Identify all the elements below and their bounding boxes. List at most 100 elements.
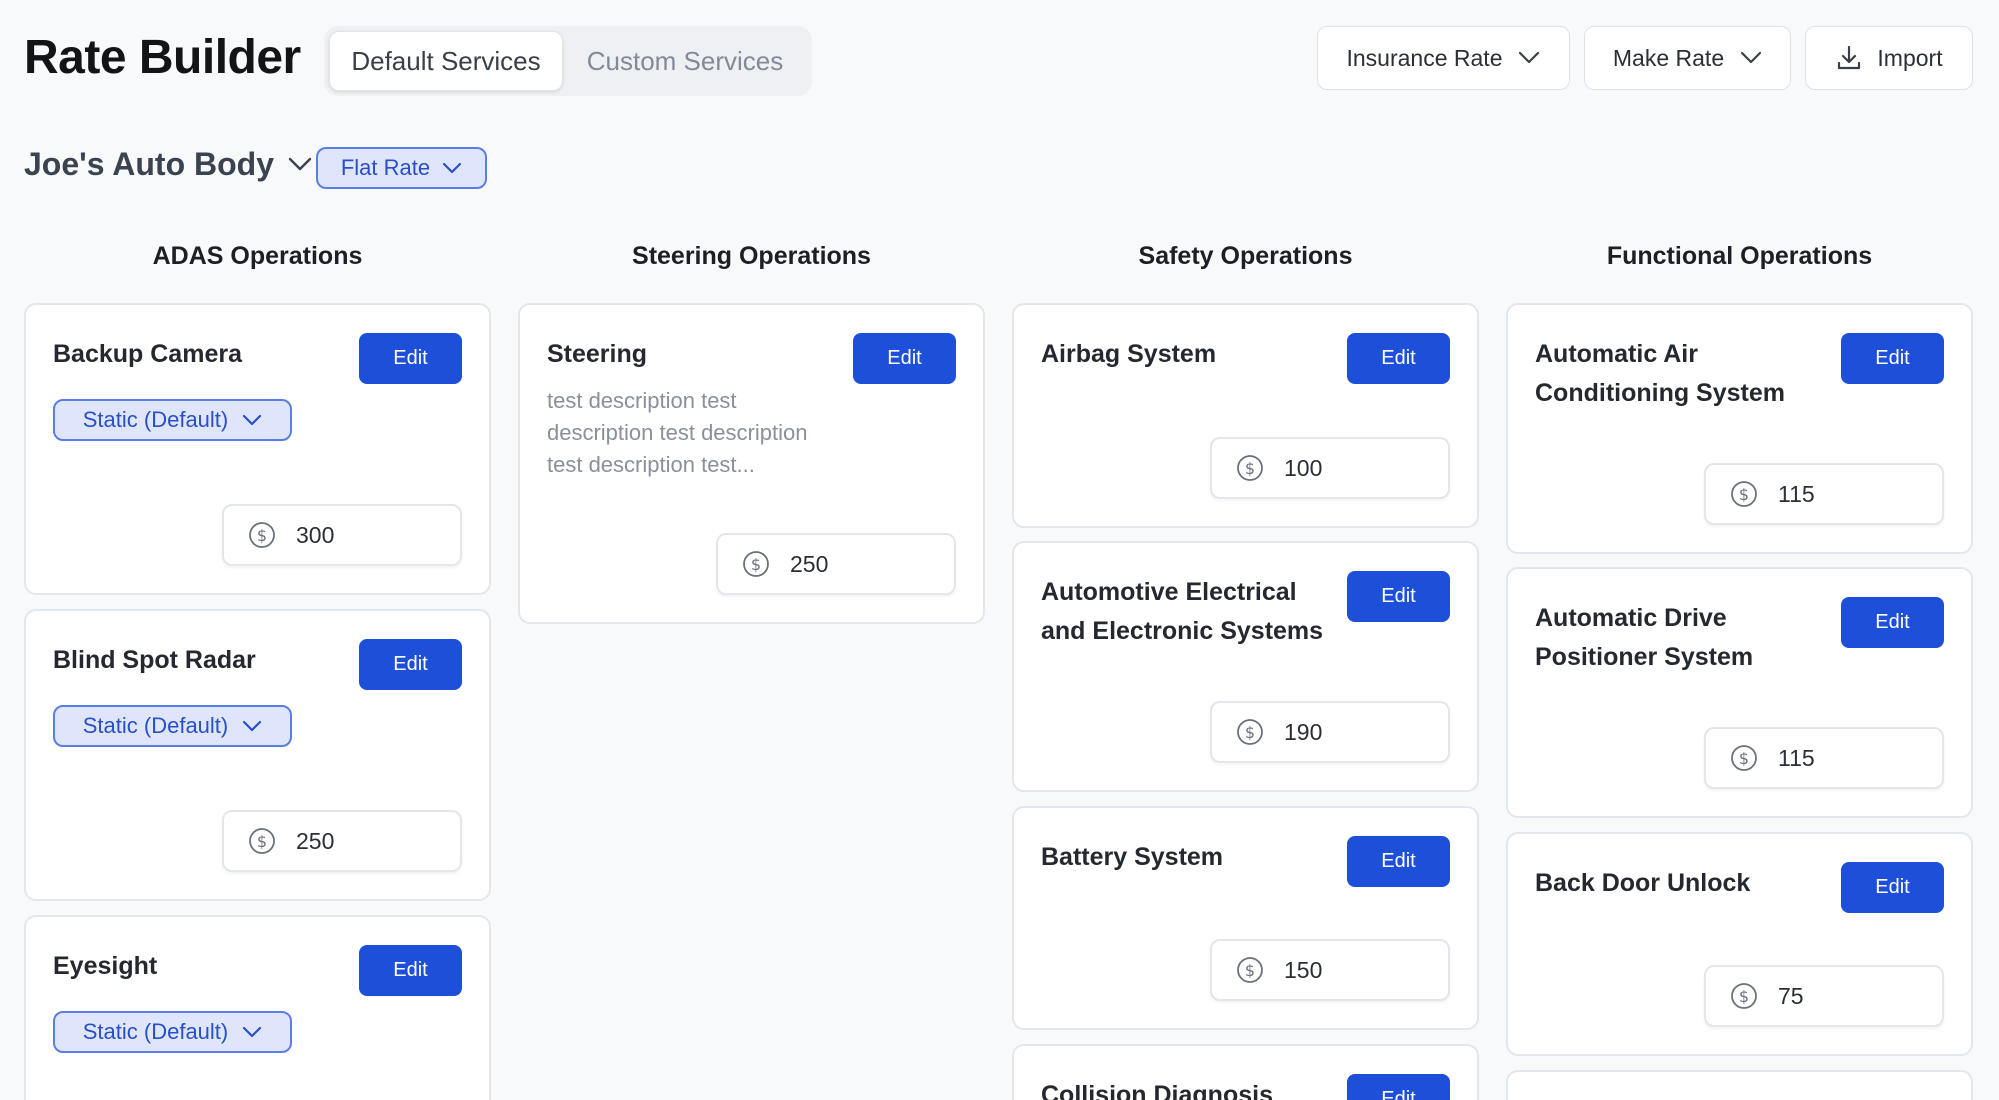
price-value: 250	[790, 550, 829, 577]
svg-text:$: $	[1739, 987, 1749, 1006]
edit-button[interactable]: Edit	[359, 945, 462, 996]
service-card-collision-diagnosis: Collision Diagnosis Edit	[1012, 1044, 1479, 1100]
service-card-eyesight: Eyesight Edit Static (Default)	[24, 915, 491, 1100]
svg-text:$: $	[1739, 749, 1749, 768]
service-title: Blind Spot Radar	[53, 646, 256, 674]
service-title: Automatic Air Conditioning System	[1535, 340, 1785, 407]
pricing-mode-label: Static (Default)	[82, 407, 229, 432]
price-input[interactable]: $ 150	[1210, 939, 1450, 1001]
price-value: 75	[1778, 982, 1804, 1009]
price-value: 190	[1284, 718, 1323, 745]
edit-button[interactable]: Edit	[1347, 333, 1450, 384]
service-title: Back Door Unlock	[1535, 869, 1751, 897]
svg-text:$: $	[1245, 961, 1255, 980]
service-card-steering: Steering Edit test description test desc…	[518, 303, 985, 624]
price-input[interactable]: $ 100	[1210, 437, 1450, 499]
svg-text:$: $	[257, 526, 267, 545]
dollar-icon: $	[1236, 956, 1264, 984]
make-rate-dropdown[interactable]: Make Rate	[1584, 26, 1791, 90]
price-input[interactable]: $ 250	[222, 810, 462, 872]
tab-custom-services[interactable]: Custom Services	[563, 31, 807, 91]
column-title-steering: Steering Operations	[632, 242, 871, 270]
service-card-backup-camera: Backup Camera Edit Static (Default) $ 30…	[24, 303, 491, 595]
edit-button[interactable]: Edit	[359, 639, 462, 690]
service-card-automotive-electrical: Automotive Electrical and Electronic Sys…	[1012, 541, 1479, 792]
edit-button[interactable]: Edit	[1841, 333, 1944, 384]
chevron-down-icon	[242, 1026, 262, 1038]
chevron-down-icon	[242, 720, 262, 732]
rate-type-label: Flat Rate	[340, 155, 431, 180]
import-label: Import	[1877, 44, 1943, 71]
shop-selector[interactable]: Joe's Auto Body	[24, 146, 312, 183]
service-title: Battery System	[1041, 843, 1224, 871]
price-input[interactable]: $ 250	[716, 533, 956, 595]
rate-type-dropdown[interactable]: Flat Rate	[316, 147, 487, 189]
shop-name: Joe's Auto Body	[24, 146, 274, 182]
price-value: 100	[1284, 454, 1323, 481]
chevron-down-icon	[442, 162, 462, 174]
service-card-battery-system: Battery System Edit $ 150	[1012, 806, 1479, 1030]
price-value: 115	[1778, 480, 1815, 507]
price-input[interactable]: $ 115	[1704, 463, 1944, 525]
price-input[interactable]: $ 300	[222, 504, 462, 566]
edit-button[interactable]: Edit	[1347, 836, 1450, 887]
tab-default-services[interactable]: Default Services	[329, 31, 563, 91]
svg-text:$: $	[1245, 459, 1255, 478]
svg-text:$: $	[751, 555, 761, 574]
column-title-adas: ADAS Operations	[152, 242, 363, 270]
rate-builder-page: Rate Builder Default Services Custom Ser…	[0, 0, 1999, 1100]
service-title: Collision Diagnosis	[1041, 1081, 1273, 1100]
service-description: test description test description test d…	[547, 388, 808, 477]
dollar-icon: $	[1730, 744, 1758, 772]
dollar-icon: $	[248, 521, 276, 549]
pricing-mode-dropdown[interactable]: Static (Default)	[53, 705, 292, 747]
price-input[interactable]: $ 75	[1704, 965, 1944, 1027]
chevron-down-icon	[288, 157, 312, 172]
insurance-rate-label: Insurance Rate	[1346, 44, 1503, 71]
service-card-automatic-drive-positioner: Automatic Drive Positioner System Edit $…	[1506, 567, 1973, 818]
service-title: Steering	[547, 340, 648, 368]
edit-button[interactable]: Edit	[359, 333, 462, 384]
svg-text:$: $	[1739, 485, 1749, 504]
chevron-down-icon	[242, 414, 262, 426]
download-icon	[1835, 44, 1863, 72]
service-card-blind-spot-radar: Blind Spot Radar Edit Static (Default) $…	[24, 609, 491, 901]
pricing-mode-dropdown[interactable]: Static (Default)	[53, 1011, 292, 1053]
page-title: Rate Builder	[24, 31, 301, 84]
edit-button[interactable]: Edit	[1841, 597, 1944, 648]
dollar-icon: $	[1236, 454, 1264, 482]
service-card-airbag-system: Airbag System Edit $ 100	[1012, 303, 1479, 528]
dollar-icon: $	[1730, 982, 1758, 1010]
price-value: 115	[1778, 744, 1815, 771]
service-title: Automatic Drive Positioner System	[1535, 604, 1754, 671]
service-title: Eyesight	[53, 952, 158, 980]
edit-button[interactable]: Edit	[853, 333, 956, 384]
service-title: Airbag System	[1041, 340, 1217, 368]
dollar-icon: $	[248, 827, 276, 855]
svg-text:$: $	[1245, 723, 1255, 742]
import-button[interactable]: Import	[1805, 26, 1973, 90]
insurance-rate-dropdown[interactable]: Insurance Rate	[1317, 26, 1570, 90]
dollar-icon: $	[1236, 718, 1264, 746]
make-rate-label: Make Rate	[1612, 44, 1725, 71]
service-card-automatic-air-conditioning: Automatic Air Conditioning System Edit $…	[1506, 303, 1973, 554]
price-input[interactable]: $ 190	[1210, 701, 1450, 763]
service-card-partial	[1506, 1070, 1973, 1100]
column-title-functional: Functional Operations	[1606, 242, 1873, 270]
price-value: 300	[296, 521, 335, 548]
service-title: Backup Camera	[53, 340, 242, 368]
edit-button[interactable]: Edit	[1347, 1074, 1450, 1100]
pricing-mode-label: Static (Default)	[82, 713, 229, 738]
service-card-back-door-unlock: Back Door Unlock Edit $ 75	[1506, 832, 1973, 1056]
price-input[interactable]: $ 115	[1704, 727, 1944, 789]
pricing-mode-dropdown[interactable]: Static (Default)	[53, 399, 292, 441]
price-value: 250	[296, 827, 335, 854]
chevron-down-icon	[1740, 51, 1762, 65]
price-value: 150	[1284, 956, 1323, 983]
pricing-mode-label: Static (Default)	[82, 1019, 229, 1044]
edit-button[interactable]: Edit	[1841, 862, 1944, 913]
edit-button[interactable]: Edit	[1347, 571, 1450, 622]
dollar-icon: $	[1730, 480, 1758, 508]
service-title: Automotive Electrical and Electronic Sys…	[1041, 578, 1324, 645]
svg-text:$: $	[257, 832, 267, 851]
